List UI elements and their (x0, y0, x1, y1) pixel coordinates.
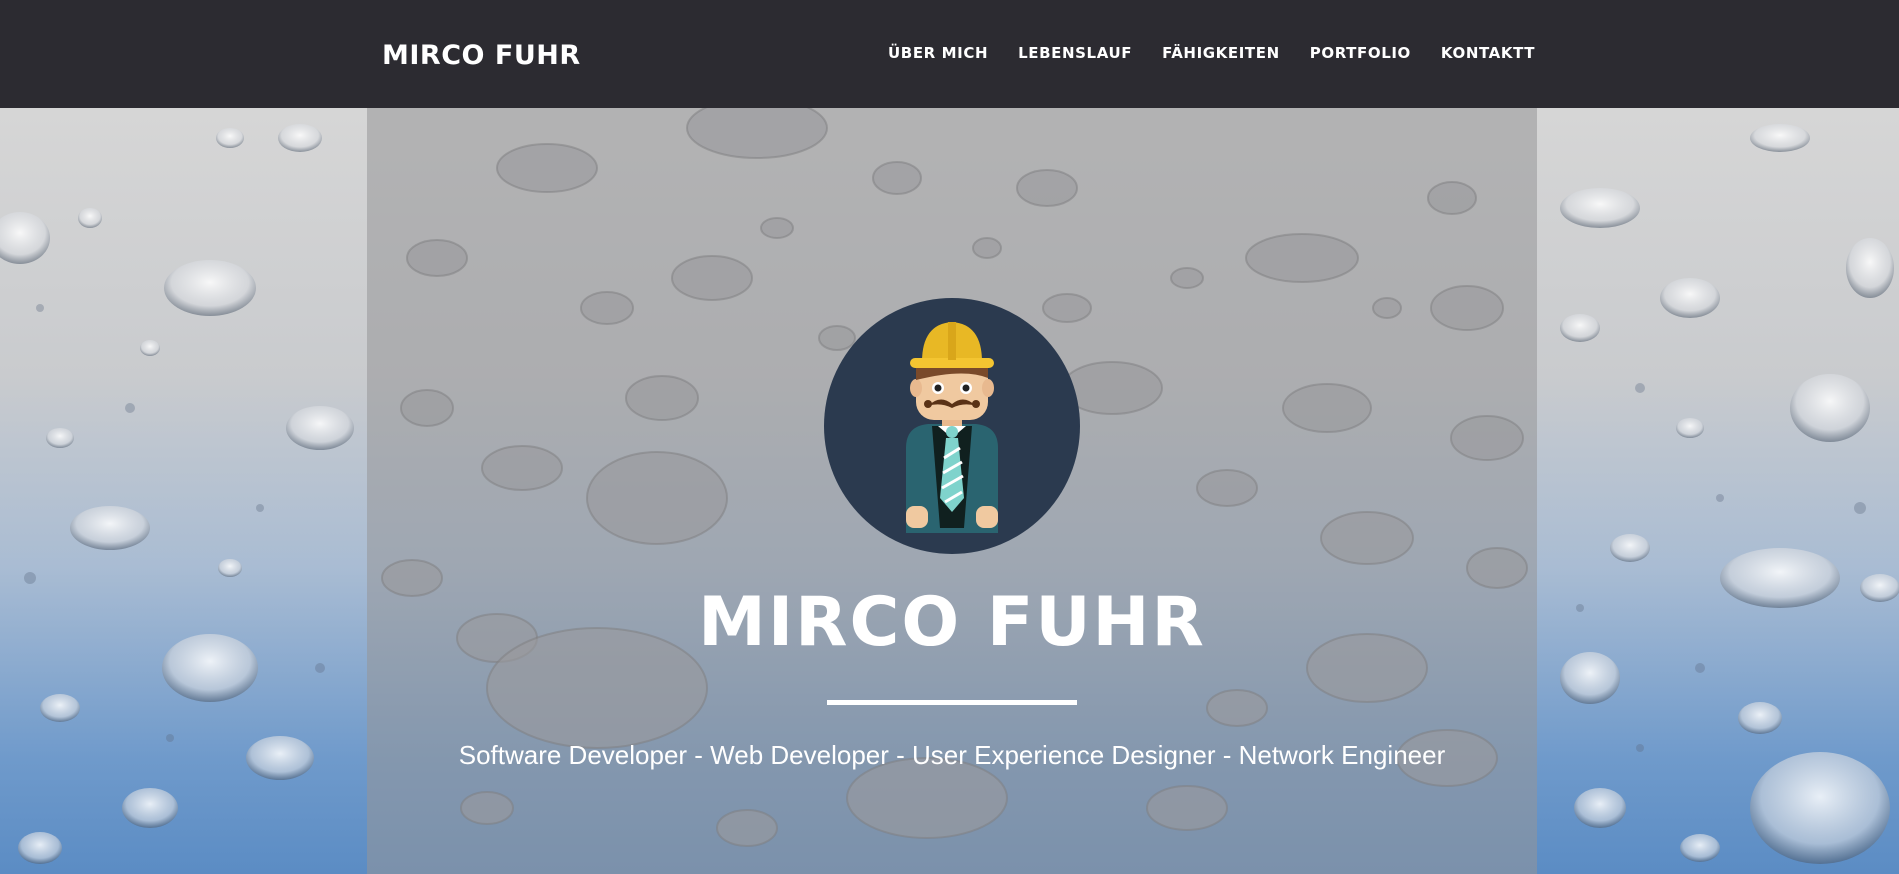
nav-link-portfolio[interactable]: PORTFOLIO (1310, 44, 1411, 62)
brand-link[interactable]: MIRCO FUHR (382, 40, 581, 71)
hero-section: MIRCO FUHR Software Developer - Web Deve… (0, 108, 1899, 874)
engineer-avatar-icon (824, 298, 1080, 554)
hero-title: MIRCO FUHR (698, 583, 1206, 662)
top-navbar: MIRCO FUHR ÜBER MICH LEBENSLAUF FÄHIGKEI… (0, 0, 1899, 108)
nav-link-ueber-mich[interactable]: ÜBER MICH (888, 44, 988, 62)
hero-subtitle: Software Developer - Web Developer - Use… (458, 740, 1446, 770)
nav-link-lebenslauf[interactable]: LEBENSLAUF (1018, 44, 1132, 62)
nav-link-faehigkeiten[interactable]: FÄHIGKEITEN (1162, 44, 1280, 62)
nav-link-kontakt[interactable]: KONTAKTT (1441, 44, 1535, 62)
hero-divider (827, 700, 1077, 705)
nav-menu: ÜBER MICH LEBENSLAUF FÄHIGKEITEN PORTFOL… (888, 44, 1535, 62)
